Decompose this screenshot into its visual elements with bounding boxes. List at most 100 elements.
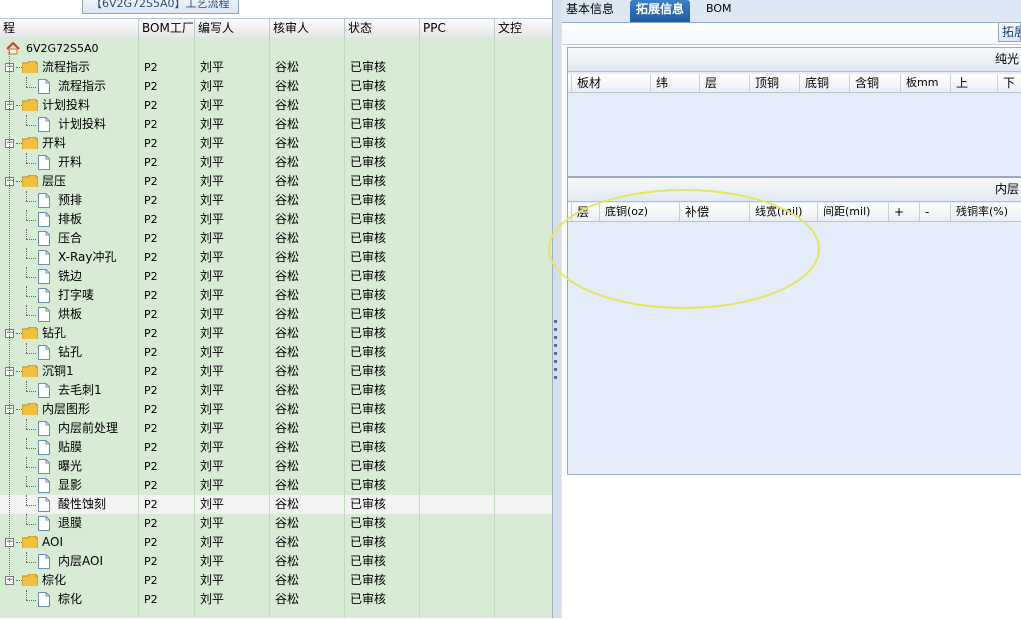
tree-step-row[interactable]: 流程指示 P2 刘平 谷松 已审核 — [0, 77, 552, 96]
document-icon — [38, 421, 50, 436]
col-bottom-copper[interactable]: 底铜 — [799, 74, 849, 92]
document-icon — [38, 497, 50, 512]
tab-basic-info[interactable]: 基本信息 — [566, 0, 614, 22]
tree-group-row[interactable]: − 流程指示 P2 刘平 谷松 已审核 — [0, 58, 552, 77]
document-icon — [38, 307, 50, 322]
folder-icon — [22, 536, 38, 548]
bom-factory-cell: P2 — [144, 479, 158, 492]
bom-factory-cell: P2 — [144, 460, 158, 473]
tree-step-row[interactable]: 去毛刺1 P2 刘平 谷松 已审核 — [0, 381, 552, 400]
reviewer-cell: 谷松 — [275, 478, 300, 492]
reviewer-cell: 谷松 — [275, 554, 300, 568]
col-minus[interactable]: - — [919, 203, 950, 221]
tree-step-row[interactable]: 计划投料 P2 刘平 谷松 已审核 — [0, 115, 552, 134]
tree-step-row[interactable]: X-Ray冲孔 P2 刘平 谷松 已审核 — [0, 248, 552, 267]
tree-connector — [26, 258, 36, 259]
tree-group-row[interactable]: − 钻孔 P2 刘平 谷松 已审核 — [0, 324, 552, 343]
tree-root-row[interactable]: 6V2G72S5A0 — [0, 39, 552, 58]
col-header-writer[interactable]: 编写人 — [194, 19, 269, 38]
tree-step-row[interactable]: 开料 P2 刘平 谷松 已审核 — [0, 153, 552, 172]
document-icon — [38, 516, 50, 531]
tree-step-row[interactable]: 曝光 P2 刘平 谷松 已审核 — [0, 457, 552, 476]
tree-connector — [26, 590, 27, 600]
col-upper[interactable]: 上 — [950, 74, 997, 92]
tab-bom[interactable]: BOM — [706, 0, 732, 22]
col-copper-content[interactable]: 含铜 — [849, 74, 900, 92]
col-board-thickness[interactable]: 板mm — [900, 74, 950, 92]
tree-step-row[interactable]: 预排 P2 刘平 谷松 已审核 — [0, 191, 552, 210]
writer-cell: 刘平 — [200, 155, 225, 169]
col-spacing-mil[interactable]: 间距(mil) — [817, 203, 888, 221]
tree-step-row[interactable]: 内层前处理 P2 刘平 谷松 已审核 — [0, 419, 552, 438]
bom-factory-cell: P2 — [144, 156, 158, 169]
tree-step-row[interactable]: 打字唛 P2 刘平 谷松 已审核 — [0, 286, 552, 305]
document-icon — [38, 592, 50, 607]
tree-step-row[interactable]: 内层AOI P2 刘平 谷松 已审核 — [0, 552, 552, 571]
panel-title-tab[interactable]: 【6V2G72S5A0】工艺流程 — [82, 0, 239, 14]
tree-node-label: 曝光 — [58, 459, 83, 473]
folder-icon — [22, 61, 38, 73]
tree-group-row[interactable]: − 层压 P2 刘平 谷松 已审核 — [0, 172, 552, 191]
tree-group-row[interactable]: − 棕化 P2 刘平 谷松 已审核 — [0, 571, 552, 590]
document-icon — [38, 345, 50, 360]
tree-step-row[interactable]: 烘板 P2 刘平 谷松 已审核 — [0, 305, 552, 324]
status-cell: 已审核 — [350, 421, 387, 435]
extend-button[interactable]: 拓展 — [998, 22, 1021, 42]
tree-connector — [26, 552, 27, 562]
tree-node-label: 贴膜 — [58, 440, 83, 454]
tree-step-row[interactable]: 压合 P2 刘平 谷松 已审核 — [0, 229, 552, 248]
tree-group-row[interactable]: − 计划投料 P2 刘平 谷松 已审核 — [0, 96, 552, 115]
tab-extended-info[interactable]: 拓展信息 — [630, 0, 691, 22]
writer-cell: 刘平 — [200, 440, 225, 454]
col-weft[interactable]: 纬 — [650, 74, 699, 92]
writer-cell: 刘平 — [200, 117, 225, 131]
folder-icon — [22, 175, 38, 187]
tree-node-label: 显影 — [58, 478, 83, 492]
tree-group-row[interactable]: − 沉铜1 P2 刘平 谷松 已审核 — [0, 362, 552, 381]
col-header-ppc[interactable]: PPC — [419, 19, 494, 38]
col-header-doc-control[interactable]: 文控 — [494, 19, 552, 38]
tree-group-row[interactable]: − AOI P2 刘平 谷松 已审核 — [0, 533, 552, 552]
tree-step-row[interactable]: 显影 P2 刘平 谷松 已审核 — [0, 476, 552, 495]
folder-icon — [22, 137, 38, 149]
tree-step-row[interactable]: 贴膜 P2 刘平 谷松 已审核 — [0, 438, 552, 457]
col-lower[interactable]: 下 — [997, 74, 1021, 92]
document-icon — [38, 250, 50, 265]
bom-factory-cell: P2 — [144, 270, 158, 283]
col-residual-copper-rate[interactable]: 残铜率(%) — [950, 203, 1021, 221]
document-icon — [38, 231, 50, 246]
tree-grid-header: 程 BOM工厂 编写人 核审人 状态 PPC 文控 — [0, 18, 552, 39]
col-header-reviewer[interactable]: 核审人 — [269, 19, 344, 38]
col-layer[interactable]: 层 — [699, 74, 749, 92]
tree-connector — [26, 476, 27, 486]
tree-step-row[interactable]: 酸性蚀刻 P2 刘平 谷松 已审核 — [0, 495, 552, 514]
tree-step-row[interactable]: 钻孔 P2 刘平 谷松 已审核 — [0, 343, 552, 362]
document-icon — [38, 554, 50, 569]
tree-step-row[interactable]: 排板 P2 刘平 谷松 已审核 — [0, 210, 552, 229]
reviewer-cell: 谷松 — [275, 307, 300, 321]
splitter-grip-icon[interactable] — [554, 320, 557, 384]
col-plus[interactable]: + — [888, 203, 919, 221]
grid-divider — [269, 38, 270, 618]
col-header-status[interactable]: 状态 — [344, 19, 419, 38]
status-cell: 已审核 — [350, 155, 387, 169]
tree-node-label: AOI — [42, 535, 63, 549]
col-header-bom-factory[interactable]: BOM工厂 — [138, 19, 194, 38]
tree-group-row[interactable]: − 开料 P2 刘平 谷松 已审核 — [0, 134, 552, 153]
tree-step-row[interactable]: 铣边 P2 刘平 谷松 已审核 — [0, 267, 552, 286]
col-top-copper[interactable]: 顶铜 — [749, 74, 799, 92]
tree-connector — [26, 391, 36, 392]
bom-factory-cell: P2 — [144, 251, 158, 264]
status-cell: 已审核 — [350, 98, 387, 112]
tree-connector — [26, 419, 27, 429]
bom-factory-cell: P2 — [144, 308, 158, 321]
reviewer-cell: 谷松 — [275, 174, 300, 188]
tree-step-row[interactable]: 棕化 P2 刘平 谷松 已审核 — [0, 590, 552, 609]
col-board-material[interactable]: 板材 — [571, 74, 650, 92]
tree-connector — [26, 562, 36, 563]
col-header-process[interactable]: 程 — [0, 19, 138, 38]
status-cell: 已审核 — [350, 459, 387, 473]
grid-divider — [344, 38, 345, 618]
tree-group-row[interactable]: − 内层图形 P2 刘平 谷松 已审核 — [0, 400, 552, 419]
tree-step-row[interactable]: 退膜 P2 刘平 谷松 已审核 — [0, 514, 552, 533]
